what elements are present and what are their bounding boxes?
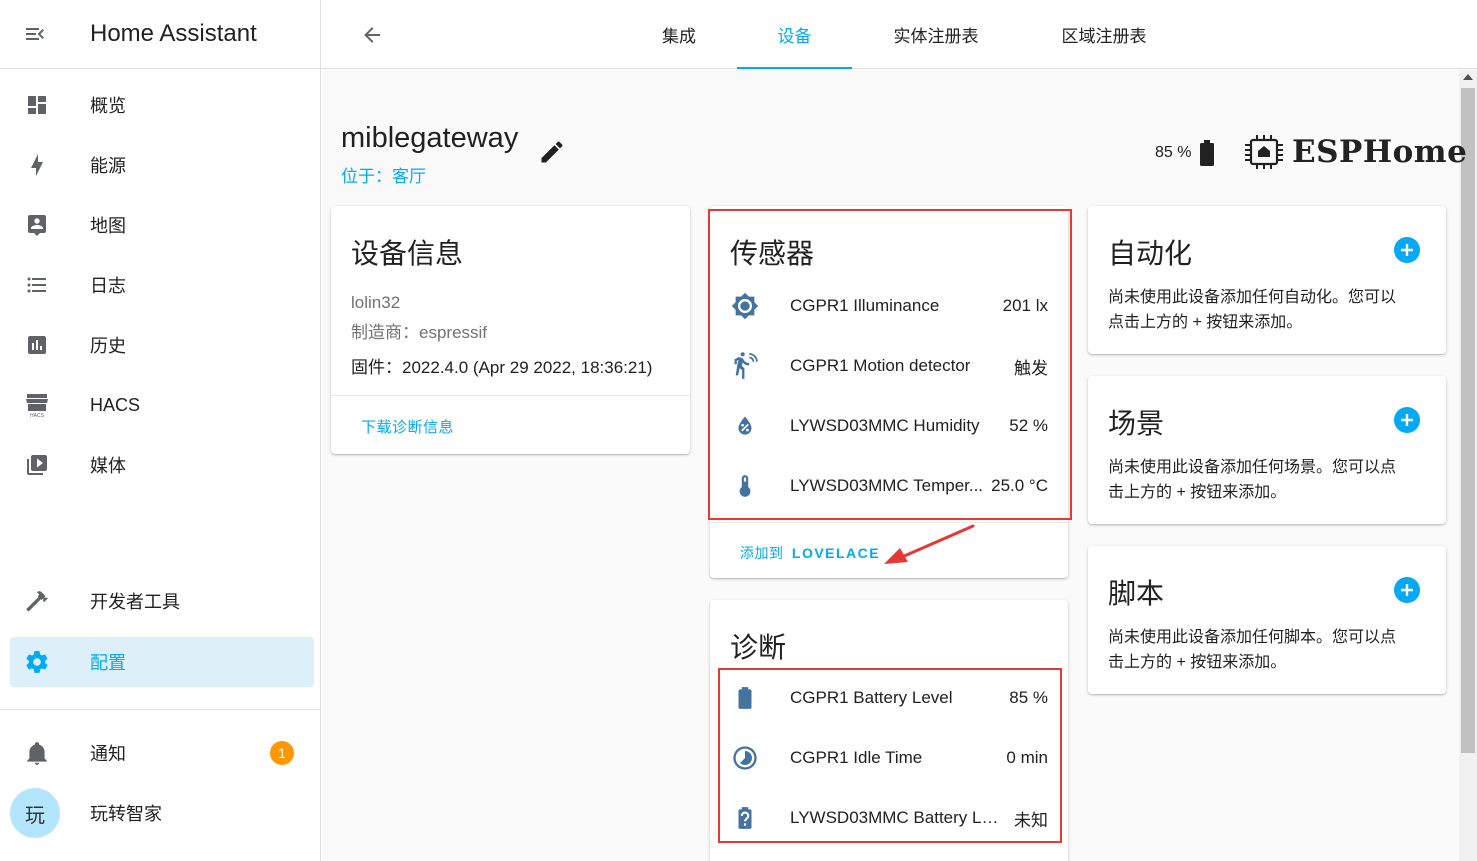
tab-integrations[interactable]: 集成 [637, 0, 721, 69]
automation-desc-line-2: 点击上方的 + 按钮来添加。 [1108, 314, 1303, 331]
scroll-up-arrow[interactable] [1463, 74, 1473, 80]
back-button[interactable] [357, 20, 387, 50]
sidebar-item-label: 能源 [90, 156, 126, 176]
annotation-arrow-icon [884, 524, 975, 564]
device-manufacturer: 制造商：espressif [351, 323, 488, 342]
device-battery-level: 85 % [1155, 144, 1192, 161]
tab-devices[interactable]: 设备 [737, 0, 852, 69]
script-title: 脚本 [1108, 578, 1165, 609]
sidebar-item-developer-tools[interactable]: 开发者工具 [10, 576, 314, 626]
sidebar-item-label: 历史 [90, 336, 126, 356]
list-icon [27, 277, 46, 293]
automation-empty-text: 尚未使用此设备添加任何自动化。您可以 点击上方的 + 按钮来添加。 [1108, 285, 1396, 335]
card-divider [331, 395, 690, 396]
user-name: 玩转智家 [90, 804, 162, 824]
sidebar-item-label: 日志 [90, 276, 126, 296]
automation-desc-line-1: 尚未使用此设备添加任何自动化。您可以 [1108, 289, 1397, 306]
scene-card: 场景 尚未使用此设备添加任何场景。您可以点 击上方的 + 按钮来添加。 [1088, 376, 1446, 524]
dashboard-icon [28, 96, 46, 114]
diagnostics-highlight-box [718, 668, 1062, 843]
map-person-icon [28, 215, 46, 236]
automation-title: 自动化 [1108, 238, 1193, 269]
scene-desc-line-2: 击上方的 + 按钮来添加。 [1108, 484, 1287, 501]
sidebar-item-media[interactable]: 媒体 [10, 440, 314, 490]
plus-icon [1401, 244, 1413, 256]
script-card: 脚本 尚未使用此设备添加任何脚本。您可以点 击上方的 + 按钮来添加。 [1088, 546, 1446, 694]
device-info-title: 设备信息 [351, 238, 464, 269]
device-name: miblegateway [341, 122, 519, 154]
sidebar-header: Home Assistant [0, 0, 320, 69]
lovelace-label: LOVELACE [791, 545, 881, 561]
sidebar-item-overview[interactable]: 概览 [10, 80, 314, 130]
sidebar-item-hacs[interactable]: HACS HACS [10, 380, 314, 430]
lightning-icon [31, 154, 43, 176]
add-to-label: 添加到 [740, 545, 784, 561]
esphome-logo: ESPHome [1244, 134, 1467, 170]
menu-open-icon [26, 28, 44, 40]
sidebar-item-label: 开发者工具 [90, 592, 180, 612]
diagnostics-title: 诊断 [730, 632, 787, 663]
gear-icon [26, 651, 48, 673]
plus-icon [1401, 584, 1413, 596]
hammer-icon [26, 591, 48, 612]
scrollbar-thumb[interactable] [1461, 88, 1475, 753]
add-to-lovelace-button[interactable]: 添加到 LOVELACE [740, 543, 880, 563]
sidebar-divider [0, 709, 321, 710]
sidebar-item-label: HACS [90, 394, 141, 415]
scene-empty-text: 尚未使用此设备添加任何场景。您可以点 击上方的 + 按钮来添加。 [1108, 455, 1396, 505]
sidebar-item-label: 媒体 [90, 456, 126, 476]
automation-card: 自动化 尚未使用此设备添加任何自动化。您可以 点击上方的 + 按钮来添加。 [1088, 206, 1446, 354]
sidebar-item-energy[interactable]: 能源 [10, 140, 314, 190]
script-desc-line-1: 尚未使用此设备添加任何脚本。您可以点 [1108, 629, 1397, 646]
top-app-bar: 集成 设备 实体注册表 区域注册表 [321, 0, 1477, 69]
sidebar-item-notifications[interactable]: 通知 1 [10, 728, 314, 778]
hacs-store-icon: HACS [26, 394, 48, 418]
chart-bar-icon [28, 336, 46, 354]
sensors-highlight-box [708, 209, 1072, 520]
sidebar-item-map[interactable]: 地图 [10, 200, 314, 250]
sidebar-item-label: 概览 [90, 96, 126, 116]
sidebar-item-logbook[interactable]: 日志 [10, 260, 314, 310]
plus-icon [1401, 414, 1413, 426]
sidebar-item-label: 地图 [90, 216, 126, 236]
battery-icon [1199, 139, 1215, 172]
sidebar: Home Assistant 概览 能源 地图 日志 历史 HACS HACS … [0, 0, 321, 861]
edit-device-button[interactable] [538, 138, 566, 171]
sidebar-item-label: 配置 [90, 653, 126, 673]
script-empty-text: 尚未使用此设备添加任何脚本。您可以点 击上方的 + 按钮来添加。 [1108, 625, 1396, 675]
add-script-button[interactable] [1394, 577, 1420, 603]
esphome-brand-text: ESPHome [1292, 134, 1468, 170]
device-area-link[interactable]: 位于：客厅 [341, 162, 426, 187]
scene-title: 场景 [1108, 408, 1165, 439]
pencil-icon [541, 141, 563, 163]
device-firmware: 固件：2022.4.0 (Apr 29 2022, 18:36:21) [351, 358, 653, 377]
add-automation-button[interactable] [1394, 237, 1420, 263]
scene-desc-line-1: 尚未使用此设备添加任何场景。您可以点 [1108, 459, 1397, 476]
arrow-left-icon [364, 27, 380, 43]
play-box-icon [27, 455, 47, 475]
menu-toggle-button[interactable] [0, 0, 70, 69]
notification-count-badge: 1 [270, 741, 294, 765]
sidebar-item-history[interactable]: 历史 [10, 320, 314, 370]
script-desc-line-2: 击上方的 + 按钮来添加。 [1108, 654, 1287, 671]
sidebar-item-user[interactable]: 玩 玩转智家 [10, 788, 314, 838]
app-title: Home Assistant [90, 20, 257, 47]
device-info-card: 设备信息 lolin32 制造商：espressif 固件：2022.4.0 (… [331, 206, 690, 454]
esphome-chip-icon [1245, 135, 1283, 169]
bell-icon [27, 742, 47, 765]
device-model: lolin32 [351, 293, 401, 312]
download-diagnostics-button[interactable]: 下载诊断信息 [361, 416, 454, 437]
svg-text:HACS: HACS [30, 413, 45, 418]
tab-entities[interactable]: 实体注册表 [874, 0, 998, 69]
avatar: 玩 [10, 788, 60, 838]
add-scene-button[interactable] [1394, 407, 1420, 433]
sidebar-item-config[interactable]: 配置 [10, 637, 314, 687]
sidebar-item-label: 通知 [90, 744, 126, 764]
tab-areas[interactable]: 区域注册表 [1043, 0, 1165, 69]
